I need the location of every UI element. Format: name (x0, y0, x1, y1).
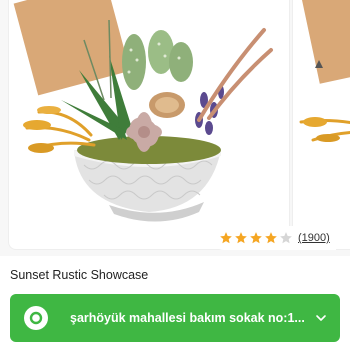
delivery-address-selector[interactable]: şarhöyük mahallesi bakım sokak no:1... (10, 294, 340, 342)
next-product-image (299, 0, 350, 142)
rating-summary[interactable]: (1900) (212, 226, 336, 250)
product-image-carousel[interactable]: (1900) (0, 0, 350, 256)
map-pin-icon (24, 306, 48, 330)
star-icon (280, 232, 292, 244)
delivery-address-text: şarhöyük mahallesi bakım sokak no:1... (70, 311, 305, 325)
star-icon (250, 232, 262, 244)
star-icon (235, 232, 247, 244)
product-image (13, 0, 273, 222)
rating-count[interactable]: (1900) (298, 232, 330, 244)
chevron-down-icon (316, 315, 326, 321)
product-image-card[interactable] (8, 0, 290, 250)
star-icon (220, 232, 232, 244)
rating-stars (219, 231, 293, 245)
next-product-image-card[interactable] (292, 0, 350, 250)
star-icon (265, 232, 277, 244)
product-title: Sunset Rustic Showcase (10, 268, 149, 282)
